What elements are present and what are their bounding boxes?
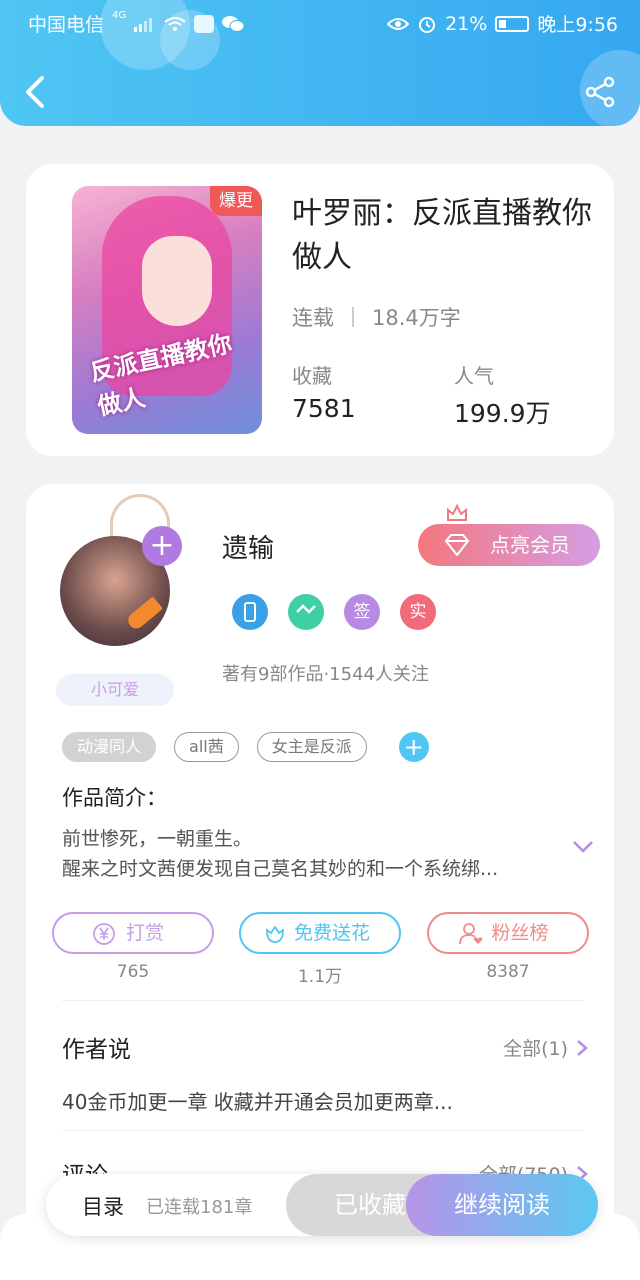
fans-ranking-label: 粉丝榜 bbox=[491, 922, 549, 944]
chapter-count: 已连载181章 bbox=[146, 1197, 253, 1218]
word-count: 18.4万字 bbox=[372, 306, 461, 330]
signed-badge-icon: 签 bbox=[344, 594, 380, 630]
flower-count: 1.1万 bbox=[297, 967, 343, 987]
author-badges: 签 实 bbox=[232, 594, 436, 630]
top-header: 中国电信 4G 21% 晚上9:56 bbox=[0, 0, 640, 126]
chevron-right-icon bbox=[577, 1039, 588, 1056]
tag-item[interactable]: all茜 bbox=[174, 732, 239, 762]
wifi-icon bbox=[164, 16, 186, 31]
user-heart-icon bbox=[459, 923, 483, 945]
carrier-text: 中国电信 bbox=[28, 14, 105, 36]
fans-ranking-button[interactable]: 粉丝榜 bbox=[427, 912, 589, 954]
handshake-badge-icon bbox=[288, 594, 324, 630]
author-says-title: 作者说 bbox=[62, 1037, 131, 1063]
share-button[interactable] bbox=[584, 76, 616, 108]
tip-button[interactable]: 打赏 bbox=[52, 912, 214, 954]
alarm-icon bbox=[419, 16, 436, 33]
status-bar: 中国电信 4G 21% 晚上9:56 bbox=[0, 0, 640, 44]
bottom-action-bar: 目录 已连载181章 已收藏 继续阅读 bbox=[46, 1174, 598, 1236]
back-button[interactable] bbox=[20, 72, 52, 112]
serial-status: 连载 bbox=[292, 306, 334, 330]
cover-art-face bbox=[142, 236, 212, 326]
tip-count: 765 bbox=[116, 962, 150, 982]
meta-divider bbox=[352, 307, 354, 327]
tip-label: 打赏 bbox=[125, 922, 164, 944]
intro-line: 醒来之时文茜便发现自己莫名其妙的和一个系统绑... bbox=[62, 858, 499, 880]
battery-percent: 21% bbox=[445, 12, 488, 35]
author-title-badge: 小可爱 bbox=[56, 674, 174, 706]
add-tag-button[interactable]: + bbox=[398, 732, 429, 762]
chevron-down-icon[interactable] bbox=[572, 840, 594, 854]
table-of-contents-button[interactable]: 目录 bbox=[82, 1191, 124, 1221]
popularity-label: 人气 bbox=[454, 364, 494, 388]
send-flower-button[interactable]: 免费送花 bbox=[239, 912, 401, 954]
continue-reading-button[interactable]: 继续阅读 bbox=[406, 1174, 598, 1236]
crown-icon bbox=[447, 504, 467, 521]
section-divider bbox=[62, 1130, 584, 1131]
app-notification-icon bbox=[194, 14, 215, 33]
fans-count: 8387 bbox=[486, 962, 530, 982]
vip-button-label: 点亮会员 bbox=[490, 533, 570, 557]
battery-icon bbox=[495, 15, 530, 32]
book-info-card: 反派直播教你做人 爆更 叶罗丽：反派直播教你做人 连载 18.4万字 收藏 75… bbox=[26, 164, 614, 456]
author-card: + 小可爱 遗输 点亮会员 签 实 著有9部作品·1544人关注 动漫同人 al… bbox=[26, 484, 614, 1280]
send-flower-label: 免费送花 bbox=[293, 922, 370, 944]
activate-vip-button[interactable]: 点亮会员 bbox=[418, 524, 600, 566]
tag-item[interactable]: 女主是反派 bbox=[256, 732, 367, 762]
author-works-info: 著有9部作品·1544人关注 bbox=[222, 664, 429, 685]
popularity-value: 199.9万 bbox=[454, 399, 551, 428]
author-says-more-label: 全部(1) bbox=[503, 1038, 568, 1060]
author-says-more-link[interactable]: 全部(1) bbox=[503, 1034, 588, 1061]
tag-item[interactable]: 动漫同人 bbox=[62, 732, 157, 762]
author-says-text[interactable]: 40金币加更一章 收藏并开通会员加更两章... bbox=[62, 1086, 453, 1115]
book-title: 叶罗丽：反派直播教你做人 bbox=[292, 196, 592, 275]
clock-time: 晚上9:56 bbox=[537, 14, 618, 36]
intro-line: 前世惨死，一朝重生。 bbox=[62, 828, 253, 850]
hot-update-tag: 爆更 bbox=[210, 186, 262, 216]
intro-text[interactable]: 前世惨死，一朝重生。 醒来之时文茜便发现自己莫名其妙的和一个系统绑... bbox=[62, 824, 542, 884]
verified-badge-icon: 实 bbox=[400, 594, 436, 630]
flower-icon bbox=[266, 925, 284, 943]
book-meta: 连载 18.4万字 bbox=[292, 302, 461, 332]
section-divider bbox=[62, 1000, 584, 1001]
intro-title: 作品简介： bbox=[62, 786, 167, 810]
tag-list: 动漫同人 all茜 女主是反派 + bbox=[62, 732, 429, 762]
signal-icon bbox=[134, 17, 153, 32]
book-cover[interactable]: 反派直播教你做人 爆更 bbox=[72, 186, 262, 434]
network-type: 4G bbox=[112, 10, 127, 21]
eye-icon bbox=[387, 17, 410, 30]
wechat-icon bbox=[222, 15, 245, 32]
phone-badge-icon bbox=[232, 594, 268, 630]
diamond-icon bbox=[444, 534, 470, 556]
author-name[interactable]: 遗输 bbox=[222, 528, 274, 565]
follow-plus-button[interactable]: + bbox=[142, 526, 182, 566]
favorites-label: 收藏 bbox=[292, 364, 332, 388]
yen-coin-icon bbox=[93, 923, 115, 945]
favorites-value: 7581 bbox=[292, 394, 356, 423]
